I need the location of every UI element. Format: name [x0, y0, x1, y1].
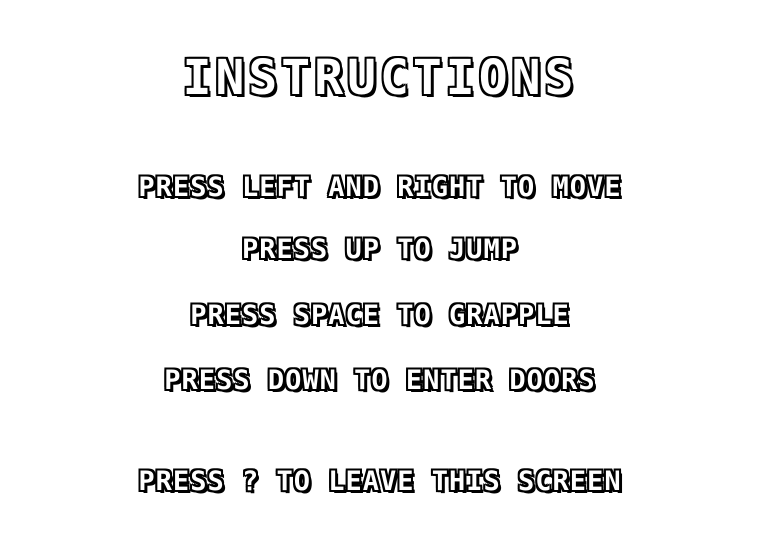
- instruction-move: PRESS LEFT AND RIGHT TO MOVE: [138, 172, 622, 203]
- instructions-screen: INSTRUCTIONS PRESS LEFT AND RIGHT TO MOV…: [0, 0, 760, 560]
- instruction-jump: PRESS UP TO JUMP: [241, 234, 519, 265]
- exit-hint: PRESS ? TO LEAVE THIS SCREEN: [138, 466, 622, 497]
- instruction-grapple: PRESS SPACE TO GRAPPLE: [190, 300, 570, 331]
- screen-title: INSTRUCTIONS: [182, 50, 578, 106]
- instruction-enter-doors: PRESS DOWN TO ENTER DOORS: [164, 365, 596, 396]
